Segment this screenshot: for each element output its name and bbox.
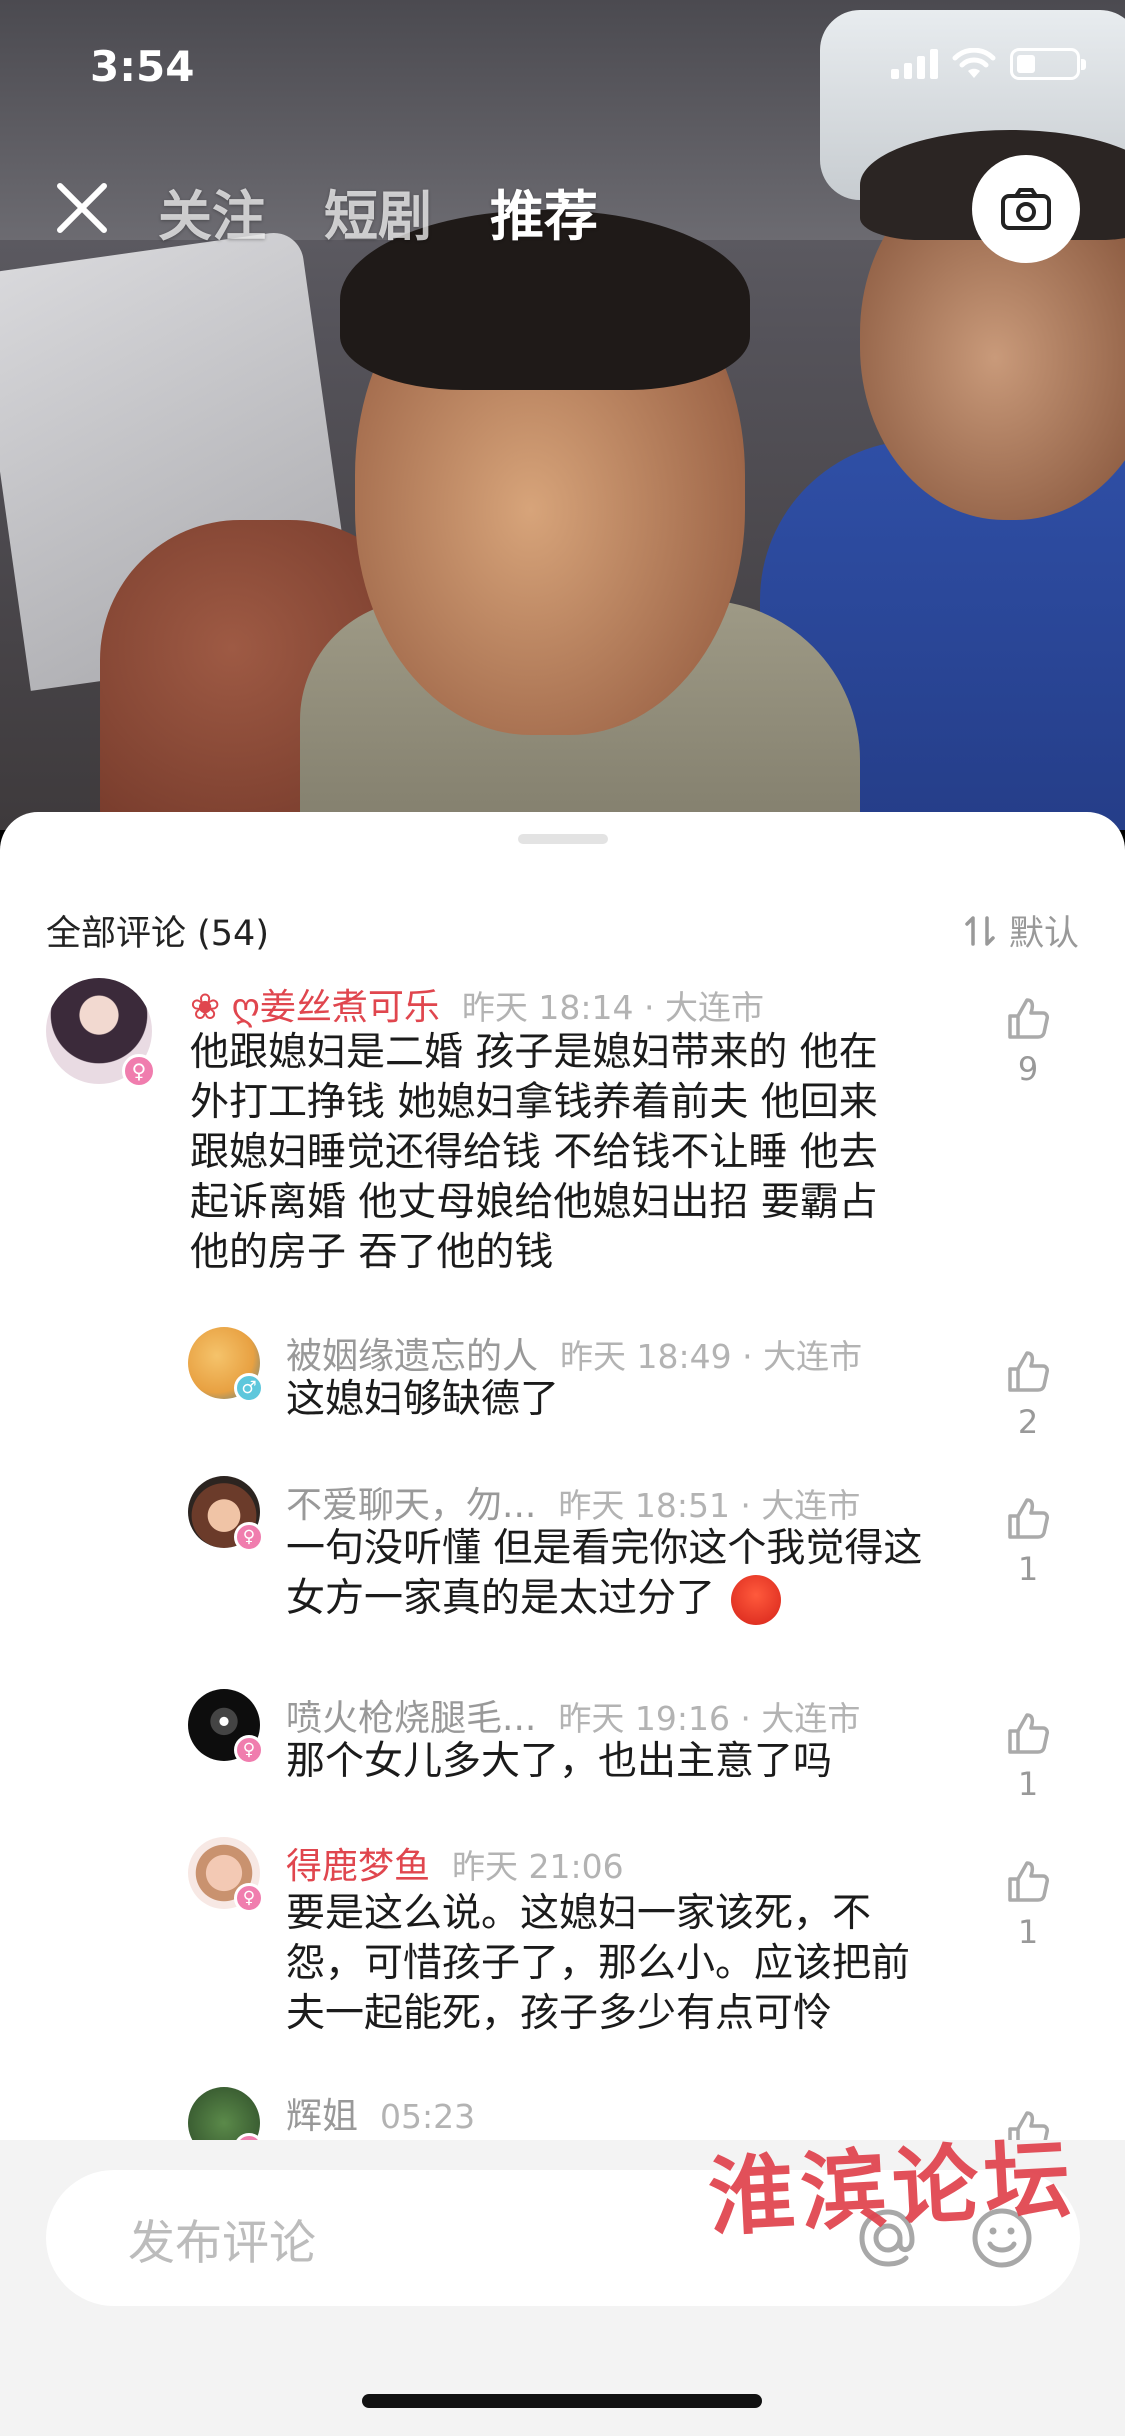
comment-author[interactable]: ❀ ღ姜丝煮可乐 <box>190 987 440 1028</box>
female-gender-icon: ♀ <box>234 1735 264 1765</box>
reply-time-location: 昨天 18:51 · 大连市 <box>558 1486 861 1525</box>
top-tabs: 关注 短剧 推荐 <box>158 172 598 251</box>
avatar[interactable]: ♀ <box>188 1476 264 1552</box>
tab-follow[interactable]: 关注 <box>158 172 266 251</box>
female-gender-icon: ♀ <box>234 1522 264 1552</box>
reply-text[interactable]: 那个女儿多大了，也出主意了吗 <box>286 1737 926 1787</box>
like-button[interactable]: 1 <box>998 1496 1058 1588</box>
reply-item[interactable]: ♀ 得鹿梦鱼 昨天 21:06 要是这么说。这媳妇一家该死，不怨，可惜孩子了，那么… <box>0 1837 1125 2057</box>
reply-item[interactable]: ♀ 喷火枪烧腿毛... 昨天 19:16 · 大连市 那个女儿多大了，也出主意了吗… <box>0 1689 1125 1809</box>
comment-count-title: 全部评论 (54) <box>46 914 269 954</box>
camera-icon <box>1001 188 1051 230</box>
tab-short-drama[interactable]: 短剧 <box>324 172 432 251</box>
cellular-signal-icon <box>891 49 938 79</box>
thumbs-up-icon <box>1008 1713 1049 1754</box>
reply-time-location: 昨天 19:16 · 大连市 <box>558 1699 861 1738</box>
like-count: 9 <box>1017 1050 1039 1088</box>
comment-item[interactable]: ♀ ❀ ღ姜丝煮可乐 昨天 18:14 · 大连市 他跟媳妇是二婚 孩子是媳妇带来… <box>0 978 1125 1275</box>
avatar[interactable]: ♂ <box>188 1327 264 1403</box>
reply-author[interactable]: 不爱聊天，勿... <box>286 1485 536 1526</box>
like-button[interactable]: 2 <box>998 1349 1058 1441</box>
thumbs-up-icon <box>1008 998 1049 1039</box>
reply-author[interactable]: 辉姐 <box>286 2096 358 2137</box>
close-icon[interactable] <box>52 178 112 238</box>
battery-icon <box>1010 48 1086 80</box>
video-player[interactable] <box>0 0 1125 830</box>
like-button[interactable]: 9 <box>998 996 1058 1088</box>
female-gender-icon: ♀ <box>234 1883 264 1913</box>
reply-time-location: 05:23 <box>380 2097 476 2136</box>
like-count: 1 <box>1017 1765 1039 1803</box>
reply-author[interactable]: 得鹿梦鱼 <box>286 1846 430 1887</box>
wifi-icon <box>952 48 996 78</box>
reply-text[interactable]: 要是这么说。这媳妇一家该死，不怨，可惜孩子了，那么小。应该把前夫一起能死，孩子多… <box>286 1889 946 2039</box>
reply-text[interactable]: 这媳妇够缺德了 <box>286 1375 926 1425</box>
reply-item[interactable]: ♂ 被姻缘遗忘的人 昨天 18:49 · 大连市 这媳妇够缺德了 2 <box>0 1327 1125 1447</box>
like-button[interactable]: 1 <box>998 1711 1058 1803</box>
like-button[interactable]: 1 <box>998 1859 1058 1951</box>
avatar[interactable]: ♀ <box>46 978 156 1088</box>
tab-recommend[interactable]: 推荐 <box>490 172 598 251</box>
sort-label: 默认 <box>1008 914 1079 954</box>
thumbs-up-icon <box>1008 1498 1049 1539</box>
reply-text[interactable]: 一句没听懂 但是看完你这个我觉得这女方一家真的是太过分了 <box>286 1524 926 1625</box>
male-gender-icon: ♂ <box>234 1373 264 1403</box>
like-count: 1 <box>1017 1913 1039 1951</box>
home-indicator[interactable] <box>362 2394 762 2408</box>
sort-icon <box>965 915 995 946</box>
thumbs-up-icon <box>1008 1351 1049 1392</box>
reply-author[interactable]: 被姻缘遗忘的人 <box>286 1336 538 1377</box>
reply-author[interactable]: 喷火枪烧腿毛... <box>286 1698 536 1739</box>
status-icons <box>891 48 1086 80</box>
reply-text-content: 一句没听懂 但是看完你这个我觉得这女方一家真的是太过分了 <box>286 1526 923 1621</box>
watermark-text: 淮滨论坛 <box>706 2128 1079 2249</box>
camera-button[interactable] <box>972 155 1080 263</box>
status-time: 3:54 <box>90 42 195 91</box>
avatar[interactable]: ♀ <box>188 1689 264 1765</box>
reply-time-location: 昨天 21:06 <box>452 1847 624 1886</box>
reply-time-location: 昨天 18:49 · 大连市 <box>560 1337 863 1376</box>
female-gender-icon: ♀ <box>122 1054 156 1088</box>
sheet-drag-handle[interactable] <box>518 834 608 844</box>
avatar[interactable]: ♀ <box>188 1837 264 1913</box>
angry-emoji-icon <box>731 1575 782 1625</box>
thumbs-up-icon <box>1008 1861 1049 1902</box>
comment-time-location: 昨天 18:14 · 大连市 <box>461 988 764 1027</box>
reply-item[interactable]: ♀ 不爱聊天，勿... 昨天 18:51 · 大连市 一句没听懂 但是看完你这个我… <box>0 1476 1125 1646</box>
like-count: 2 <box>1017 1403 1039 1441</box>
comment-text[interactable]: 他跟媳妇是二婚 孩子是媳妇带来的 他在外打工挣钱 她媳妇拿钱养着前夫 他回来跟媳… <box>190 1028 910 1278</box>
like-count: 1 <box>1017 1550 1039 1588</box>
sort-button[interactable]: 默认 <box>963 905 1079 956</box>
